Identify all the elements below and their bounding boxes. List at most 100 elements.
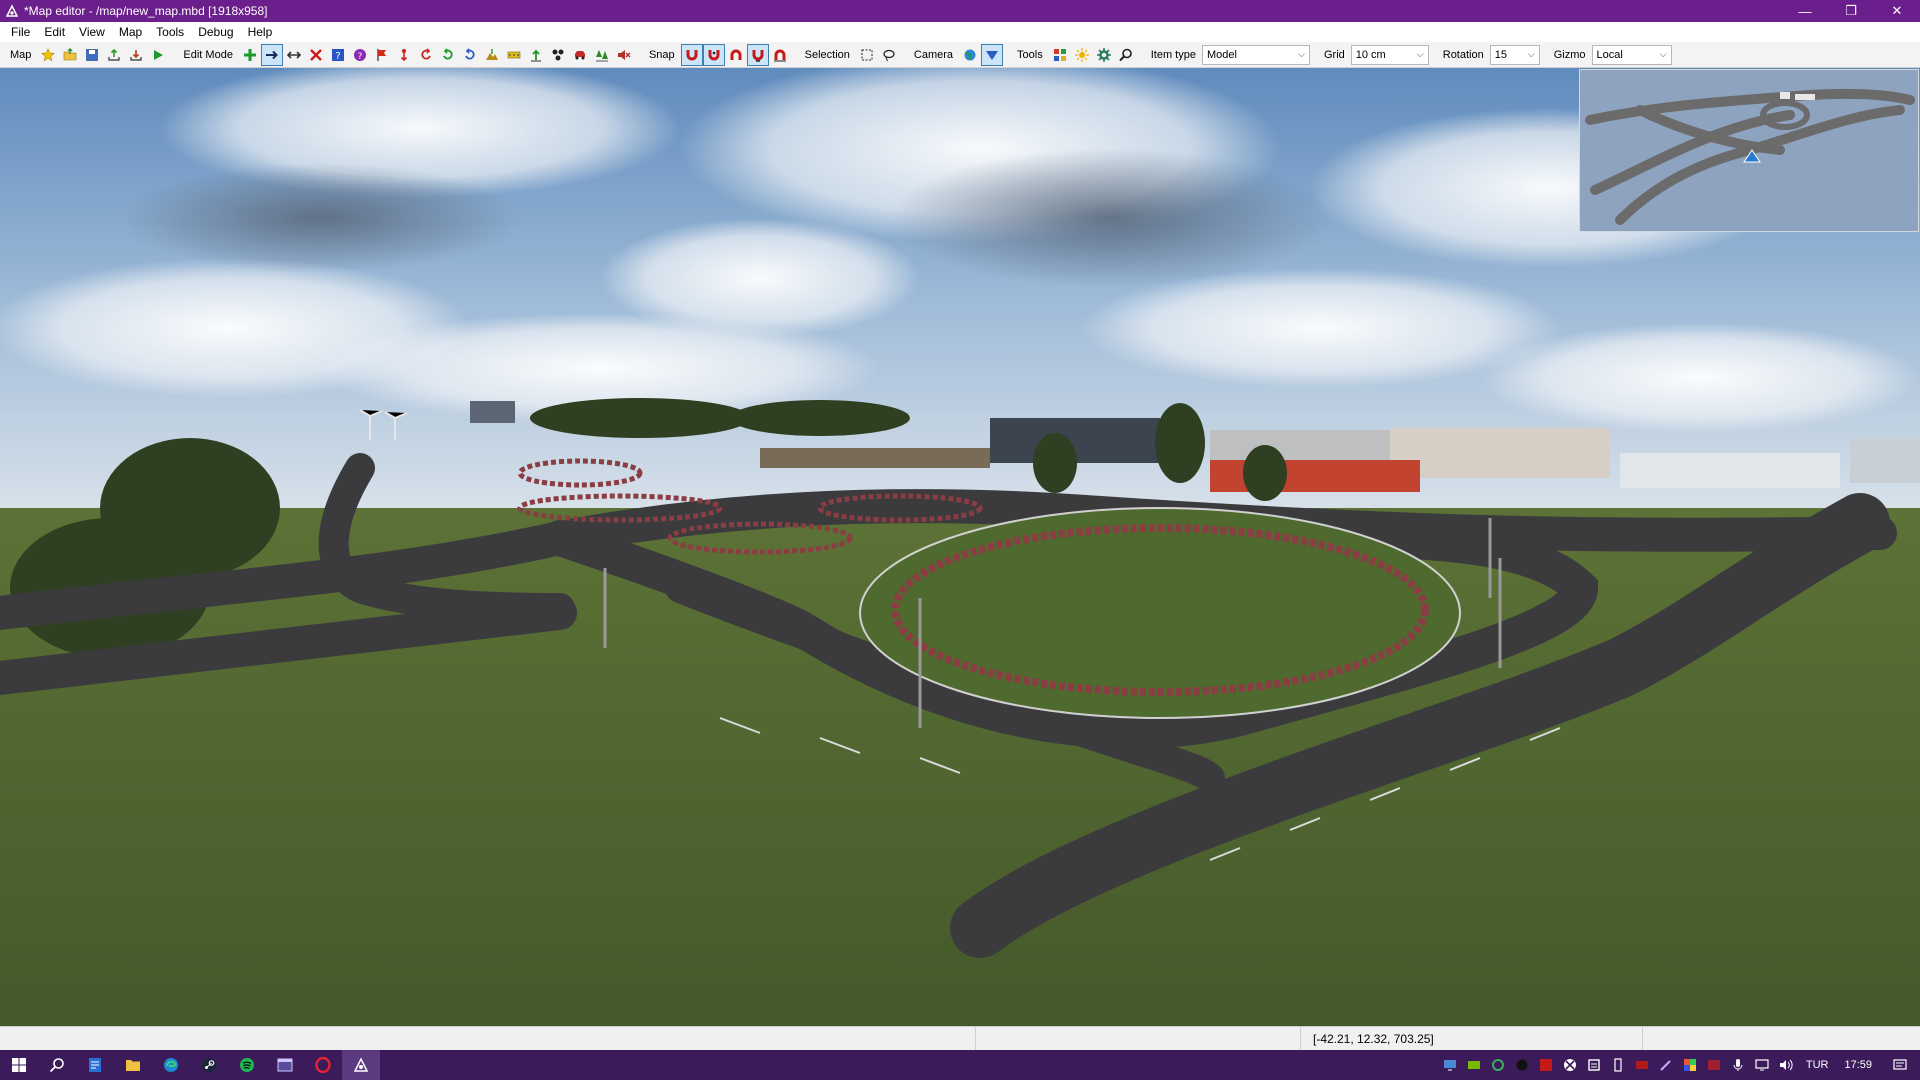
billboard <box>470 401 515 423</box>
tray-volume[interactable] <box>1774 1050 1798 1080</box>
tray-network-monitor[interactable] <box>1438 1050 1462 1080</box>
restore-button[interactable]: ❐ <box>1828 0 1874 22</box>
snap-3-button[interactable] <box>725 44 747 66</box>
help-item-button[interactable]: ? <box>327 44 349 66</box>
tray-network[interactable] <box>1750 1050 1774 1080</box>
rotate-left-button[interactable] <box>415 44 437 66</box>
minimize-icon: — <box>1798 3 1812 19</box>
map-editor-app-icon[interactable] <box>4 3 20 19</box>
taskbar-app-map-editor[interactable] <box>342 1050 380 1080</box>
notification-center-button[interactable] <box>1880 1050 1920 1080</box>
tray-xbox[interactable] <box>1558 1050 1582 1080</box>
card-app-icon <box>1707 1060 1720 1070</box>
title-bar: *Map editor - /map/new_map.mbd [1918x958… <box>0 0 1920 22</box>
taskbar-app-steam[interactable] <box>190 1050 228 1080</box>
tray-app-red[interactable] <box>1534 1050 1558 1080</box>
status-bar: [-42.21, 12.32, 703.25] <box>0 1026 1920 1051</box>
lasso-select-button[interactable] <box>878 44 900 66</box>
menu-edit[interactable]: Edit <box>37 25 72 39</box>
info-button[interactable]: ? <box>349 44 371 66</box>
settings-tool-button[interactable] <box>1093 44 1115 66</box>
rotation-select[interactable]: 15 ⌵ <box>1489 44 1540 65</box>
taskbar-app-opera[interactable] <box>304 1050 342 1080</box>
language-indicator[interactable]: TUR <box>1798 1059 1837 1071</box>
3d-viewport[interactable] <box>0 68 1920 1026</box>
speaker-icon <box>1779 1059 1793 1071</box>
play-button[interactable] <box>147 44 169 66</box>
prefab-button[interactable] <box>547 44 569 66</box>
gizmo-label: Gizmo <box>1553 48 1586 61</box>
tray-nvidia[interactable] <box>1462 1050 1486 1080</box>
sun-tool-button[interactable] <box>1071 44 1093 66</box>
close-button[interactable]: ✕ <box>1874 0 1920 22</box>
taskbar-app-spotify[interactable] <box>228 1050 266 1080</box>
save-map-button[interactable] <box>81 44 103 66</box>
rotate-right-button[interactable] <box>437 44 459 66</box>
tray-pen[interactable] <box>1654 1050 1678 1080</box>
taskbar-search-button[interactable] <box>38 1050 76 1080</box>
import-button[interactable] <box>125 44 147 66</box>
free-camera-button[interactable] <box>959 44 981 66</box>
delete-button[interactable] <box>305 44 327 66</box>
raise-button[interactable] <box>525 44 547 66</box>
snap-label: Snap <box>648 48 675 61</box>
tray-microphone[interactable] <box>1726 1050 1750 1080</box>
rect-select-button[interactable] <box>856 44 878 66</box>
top-camera-button[interactable] <box>981 43 1004 66</box>
snap-4-button[interactable] <box>746 43 769 66</box>
grid-select[interactable]: 10 cm ⌵ <box>1350 44 1429 65</box>
tray-app-dark[interactable] <box>1510 1050 1534 1080</box>
sound-button[interactable] <box>613 44 635 66</box>
minimap[interactable] <box>1579 69 1919 232</box>
status-cell-coordinates: [-42.21, 12.32, 703.25] <box>1300 1027 1642 1051</box>
terrain-button[interactable] <box>481 44 503 66</box>
tray-app-circle[interactable] <box>1486 1050 1510 1080</box>
pen-icon <box>1660 1060 1671 1071</box>
menu-help[interactable]: Help <box>241 25 280 39</box>
windows-icon <box>12 1058 26 1072</box>
vegetation-button[interactable] <box>591 44 613 66</box>
tray-app-colorful[interactable] <box>1678 1050 1702 1080</box>
layers-tool-button[interactable] <box>1049 44 1071 66</box>
clock[interactable]: 17:59 <box>1836 1059 1880 1071</box>
taskbar-app-explorer[interactable] <box>114 1050 152 1080</box>
vehicle-button[interactable] <box>569 44 591 66</box>
menu-debug[interactable]: Debug <box>191 25 240 39</box>
minimize-button[interactable]: — <box>1782 0 1828 22</box>
add-item-button[interactable] <box>239 44 261 66</box>
tray-red-chip[interactable] <box>1630 1050 1654 1080</box>
item-type-select[interactable]: Model ⌵ <box>1201 44 1310 65</box>
snap-2-button[interactable] <box>702 43 725 66</box>
menu-tools[interactable]: Tools <box>149 25 191 39</box>
snap-1-button[interactable] <box>680 43 703 66</box>
rotate-custom-button[interactable] <box>459 44 481 66</box>
spotify-icon <box>240 1058 254 1072</box>
export-button[interactable] <box>103 44 125 66</box>
close-icon: ✕ <box>1891 3 1903 18</box>
gizmo-select[interactable]: Local ⌵ <box>1591 44 1672 65</box>
stretch-mode-button[interactable] <box>283 44 305 66</box>
tray-app-box[interactable] <box>1582 1050 1606 1080</box>
menu-view[interactable]: View <box>72 25 112 39</box>
snap-5-button[interactable] <box>769 44 791 66</box>
open-map-button[interactable] <box>59 44 81 66</box>
chevron-down-icon: ⌵ <box>1298 49 1305 59</box>
move-mode-button[interactable] <box>260 43 283 66</box>
menu-file[interactable]: File <box>4 25 37 39</box>
window-title: *Map editor - /map/new_map.mbd [1918x958… <box>24 4 268 18</box>
tree-icon <box>595 49 608 61</box>
taskbar-app-notes[interactable] <box>76 1050 114 1080</box>
favorite-button[interactable] <box>37 44 59 66</box>
taskbar-app-edge[interactable] <box>152 1050 190 1080</box>
minimap-render[interactable] <box>1580 70 1919 232</box>
flag-button[interactable] <box>371 44 393 66</box>
taskbar-app-window[interactable] <box>266 1050 304 1080</box>
menu-map[interactable]: Map <box>112 25 149 39</box>
tray-usb[interactable] <box>1606 1050 1630 1080</box>
node-down-button[interactable] <box>393 44 415 66</box>
road-button[interactable] <box>503 44 525 66</box>
tray-app-card[interactable] <box>1702 1050 1726 1080</box>
search-tool-button[interactable] <box>1115 44 1137 66</box>
save-disk-icon <box>86 48 99 61</box>
start-button[interactable] <box>0 1050 38 1080</box>
